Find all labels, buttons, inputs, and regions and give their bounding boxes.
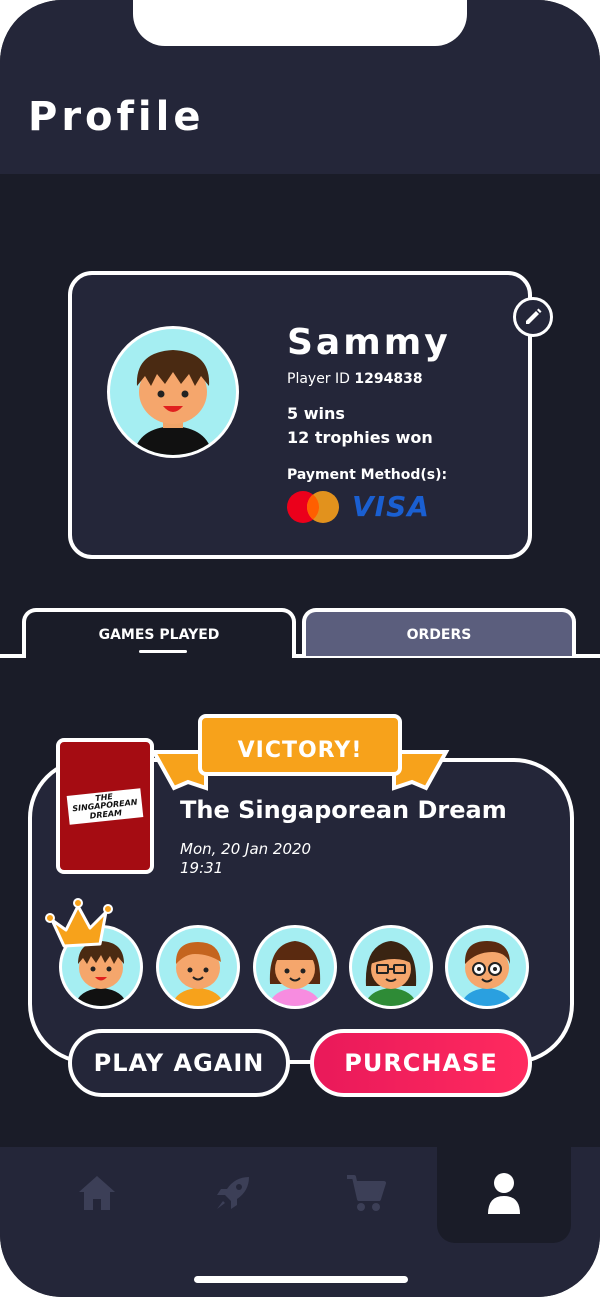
nav-cart[interactable]	[336, 1170, 396, 1216]
home-indicator[interactable]	[194, 1276, 408, 1283]
active-tab-indicator	[139, 650, 187, 653]
profile-avatar	[107, 326, 239, 458]
wins-count: 5 wins	[287, 404, 345, 423]
player-id-value: 1294838	[354, 371, 423, 387]
victory-badge: VICTORY!	[237, 738, 363, 763]
play-again-button[interactable]: PLAY AGAIN	[68, 1029, 290, 1097]
player-id-line: Player ID 1294838	[287, 371, 423, 387]
purchase-button[interactable]: PURCHASE	[310, 1029, 532, 1097]
user-icon	[488, 1173, 520, 1214]
player-avatar-4	[349, 925, 433, 1009]
edit-profile-button[interactable]	[513, 297, 553, 337]
tab-games-played[interactable]: GAMES PLAYED	[22, 608, 296, 658]
cart-icon	[347, 1175, 386, 1211]
game-cover-logo: THE SINGAPOREAN DREAM	[66, 788, 144, 825]
tab-orders-label: ORDERS	[406, 627, 472, 643]
tab-games-played-label: GAMES PLAYED	[98, 627, 220, 643]
game-cover-image[interactable]: THE SINGAPOREAN DREAM	[56, 738, 154, 874]
page-title: Profile	[28, 94, 205, 140]
device-notch	[133, 0, 467, 46]
phone-screen: Profile Sammy Player ID 1294838 5 wins 1…	[0, 0, 600, 1297]
player-name: Sammy	[287, 322, 451, 363]
game-time: 19:31	[180, 859, 224, 877]
game-title: The Singaporean Dream	[180, 796, 507, 824]
visa-icon: VISA	[352, 490, 430, 523]
crown-icon	[45, 898, 113, 948]
game-date: Mon, 20 Jan 2020	[180, 840, 312, 858]
player-avatar-3	[253, 925, 337, 1009]
player-avatar-5	[445, 925, 529, 1009]
payment-methods-label: Payment Method(s):	[287, 467, 448, 483]
player-id-label: Player ID	[287, 371, 350, 387]
nav-profile[interactable]	[474, 1170, 534, 1216]
pencil-icon	[526, 308, 542, 324]
trophies-count: 12 trophies won	[287, 428, 433, 447]
rocket-icon	[217, 1177, 249, 1209]
home-icon	[79, 1176, 115, 1210]
nav-home[interactable]	[67, 1170, 127, 1216]
nav-rocket[interactable]	[203, 1170, 263, 1216]
tab-orders[interactable]: ORDERS	[302, 608, 576, 656]
mastercard-icon	[287, 491, 339, 523]
player-avatar-2	[156, 925, 240, 1009]
